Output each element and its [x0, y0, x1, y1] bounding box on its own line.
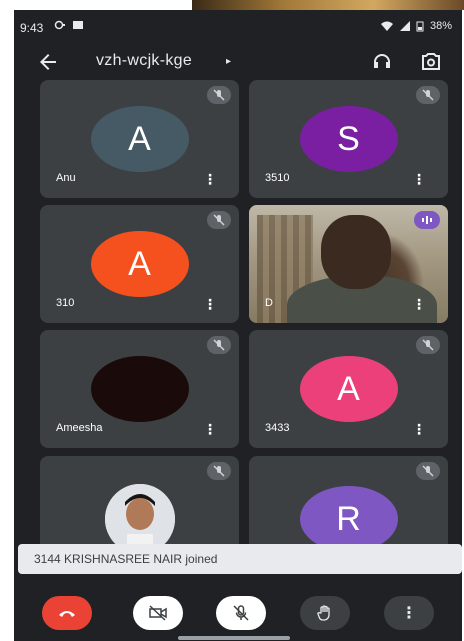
more-options-button[interactable]: ⋮ [384, 596, 434, 630]
status-notifications [54, 20, 84, 30]
avatar: S [299, 106, 398, 172]
participant-name: D [265, 297, 273, 309]
join-toast: 3144 KRISHNASREE NAIR joined [18, 544, 462, 574]
end-call-button[interactable] [42, 596, 92, 630]
notification-icon [54, 20, 65, 30]
more-options-icon[interactable]: ⋮ [203, 172, 217, 186]
participant-tile[interactable]: A 310 ⋮ [40, 205, 239, 323]
more-options-icon[interactable]: ⋮ [203, 422, 217, 436]
avatar: A [90, 106, 189, 172]
mic-off-icon [233, 605, 249, 621]
participant-name: 310 [56, 297, 75, 309]
mic-off-icon [416, 86, 440, 104]
raise-hand-icon [317, 605, 330, 621]
meeting-code[interactable]: vzh-wcjk-kge [96, 52, 192, 70]
battery-icon [416, 21, 424, 31]
participant-tile[interactable]: Ameesha ⋮ [40, 330, 239, 448]
meeting-details-caret-icon[interactable]: ▸ [226, 56, 231, 67]
participant-name: Anu [56, 172, 76, 184]
switch-camera-icon[interactable] [419, 50, 443, 74]
participant-name: Ameesha [56, 422, 103, 434]
headphones-icon[interactable] [370, 50, 394, 74]
avatar: A [299, 356, 398, 422]
participant-video-tile[interactable]: D ⋮ [249, 205, 448, 323]
participant-tile[interactable]: S 3510 ⋮ [249, 80, 448, 198]
mic-off-icon [207, 336, 231, 354]
home-indicator[interactable] [178, 636, 290, 640]
avatar: A [90, 231, 189, 297]
video-off-icon [149, 605, 167, 621]
top-photo-strip [192, 0, 464, 10]
call-controls: ⋮ [14, 582, 462, 641]
raise-hand-button[interactable] [300, 596, 350, 630]
participant-tile[interactable]: A Anu ⋮ [40, 80, 239, 198]
mic-off-icon [207, 86, 231, 104]
meet-screen: 9:43 38% vzh-wcjk-kge ▸ A Anu ⋮ S 3510 ⋮ [14, 10, 462, 641]
more-options-icon[interactable]: ⋮ [412, 297, 426, 311]
participant-name: 3510 [265, 172, 290, 184]
more-options-icon[interactable]: ⋮ [203, 297, 217, 311]
status-bar: 9:43 38% [14, 10, 462, 38]
status-right: 38% [380, 20, 452, 32]
mic-off-button[interactable] [216, 596, 266, 630]
avatar-photo [90, 356, 189, 422]
more-options-icon[interactable]: ⋮ [412, 172, 426, 186]
mic-off-icon [207, 462, 231, 480]
avatar: R [299, 486, 398, 552]
speaking-indicator-icon [414, 211, 440, 229]
mic-off-icon [416, 336, 440, 354]
video-person-head [321, 215, 391, 289]
battery-percent: 38% [429, 20, 452, 32]
hang-up-icon [59, 611, 75, 617]
more-options-icon[interactable]: ⋮ [412, 422, 426, 436]
participant-name: 3433 [265, 422, 290, 434]
mic-off-icon [207, 211, 231, 229]
camera-off-button[interactable] [133, 596, 183, 630]
status-time: 9:43 [20, 21, 44, 35]
signal-icon [399, 21, 410, 31]
meeting-header: vzh-wcjk-kge ▸ [14, 46, 462, 82]
participant-tile[interactable]: A 3433 ⋮ [249, 330, 448, 448]
message-icon [73, 21, 83, 29]
back-arrow-icon[interactable] [36, 50, 60, 74]
wifi-icon [380, 21, 393, 31]
mic-off-icon [416, 462, 440, 480]
